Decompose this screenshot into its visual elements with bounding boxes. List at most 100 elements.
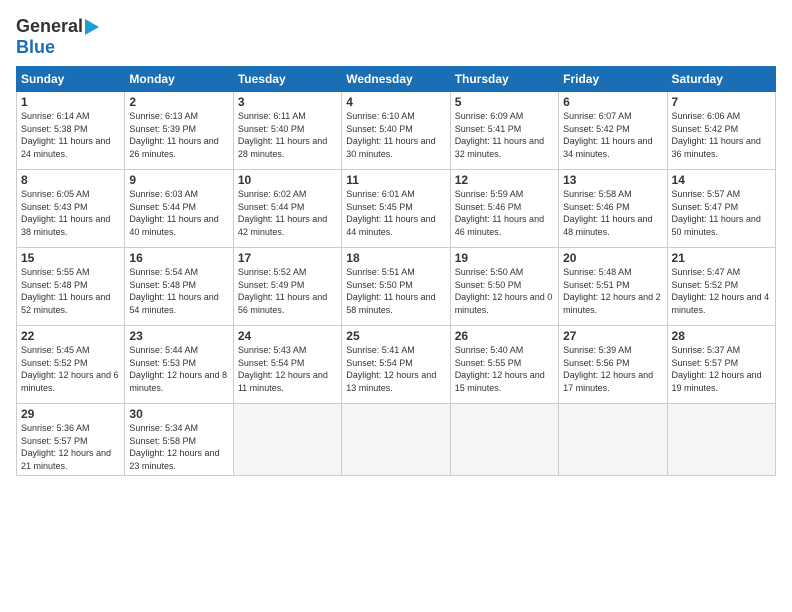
day-cell: 22Sunrise: 5:45 AM Sunset: 5:52 PM Dayli… (17, 326, 125, 404)
day-number: 14 (672, 173, 771, 187)
day-info: Sunrise: 5:37 AM Sunset: 5:57 PM Dayligh… (672, 344, 771, 394)
day-cell (233, 404, 341, 476)
day-number: 13 (563, 173, 662, 187)
day-cell: 8Sunrise: 6:05 AM Sunset: 5:43 PM Daylig… (17, 170, 125, 248)
day-number: 27 (563, 329, 662, 343)
day-header-wednesday: Wednesday (342, 67, 450, 92)
day-number: 6 (563, 95, 662, 109)
week-row-5: 29Sunrise: 5:36 AM Sunset: 5:57 PM Dayli… (17, 404, 776, 476)
day-cell: 12Sunrise: 5:59 AM Sunset: 5:46 PM Dayli… (450, 170, 558, 248)
day-number: 1 (21, 95, 120, 109)
day-number: 23 (129, 329, 228, 343)
day-number: 17 (238, 251, 337, 265)
day-number: 21 (672, 251, 771, 265)
day-number: 28 (672, 329, 771, 343)
day-cell: 28Sunrise: 5:37 AM Sunset: 5:57 PM Dayli… (667, 326, 775, 404)
day-number: 19 (455, 251, 554, 265)
day-number: 5 (455, 95, 554, 109)
day-header-friday: Friday (559, 67, 667, 92)
day-cell: 5Sunrise: 6:09 AM Sunset: 5:41 PM Daylig… (450, 92, 558, 170)
day-number: 25 (346, 329, 445, 343)
day-header-tuesday: Tuesday (233, 67, 341, 92)
day-info: Sunrise: 5:40 AM Sunset: 5:55 PM Dayligh… (455, 344, 554, 394)
day-info: Sunrise: 5:48 AM Sunset: 5:51 PM Dayligh… (563, 266, 662, 316)
day-number: 15 (21, 251, 120, 265)
day-info: Sunrise: 5:34 AM Sunset: 5:58 PM Dayligh… (129, 422, 228, 472)
logo-icon (85, 19, 99, 35)
day-info: Sunrise: 6:06 AM Sunset: 5:42 PM Dayligh… (672, 110, 771, 160)
day-number: 9 (129, 173, 228, 187)
day-number: 26 (455, 329, 554, 343)
day-cell: 14Sunrise: 5:57 AM Sunset: 5:47 PM Dayli… (667, 170, 775, 248)
day-info: Sunrise: 5:36 AM Sunset: 5:57 PM Dayligh… (21, 422, 120, 472)
day-info: Sunrise: 5:50 AM Sunset: 5:50 PM Dayligh… (455, 266, 554, 316)
day-cell: 16Sunrise: 5:54 AM Sunset: 5:48 PM Dayli… (125, 248, 233, 326)
calendar-table: SundayMondayTuesdayWednesdayThursdayFrid… (16, 66, 776, 476)
day-info: Sunrise: 5:55 AM Sunset: 5:48 PM Dayligh… (21, 266, 120, 316)
day-cell (667, 404, 775, 476)
day-cell (342, 404, 450, 476)
day-headers-row: SundayMondayTuesdayWednesdayThursdayFrid… (17, 67, 776, 92)
day-header-saturday: Saturday (667, 67, 775, 92)
day-info: Sunrise: 5:52 AM Sunset: 5:49 PM Dayligh… (238, 266, 337, 316)
day-cell: 15Sunrise: 5:55 AM Sunset: 5:48 PM Dayli… (17, 248, 125, 326)
day-cell: 29Sunrise: 5:36 AM Sunset: 5:57 PM Dayli… (17, 404, 125, 476)
day-info: Sunrise: 5:41 AM Sunset: 5:54 PM Dayligh… (346, 344, 445, 394)
day-cell: 11Sunrise: 6:01 AM Sunset: 5:45 PM Dayli… (342, 170, 450, 248)
day-info: Sunrise: 6:07 AM Sunset: 5:42 PM Dayligh… (563, 110, 662, 160)
day-info: Sunrise: 5:44 AM Sunset: 5:53 PM Dayligh… (129, 344, 228, 394)
day-number: 12 (455, 173, 554, 187)
day-cell (559, 404, 667, 476)
day-cell (450, 404, 558, 476)
day-cell: 7Sunrise: 6:06 AM Sunset: 5:42 PM Daylig… (667, 92, 775, 170)
day-info: Sunrise: 6:14 AM Sunset: 5:38 PM Dayligh… (21, 110, 120, 160)
day-cell: 17Sunrise: 5:52 AM Sunset: 5:49 PM Dayli… (233, 248, 341, 326)
day-number: 16 (129, 251, 228, 265)
day-info: Sunrise: 5:58 AM Sunset: 5:46 PM Dayligh… (563, 188, 662, 238)
week-row-3: 15Sunrise: 5:55 AM Sunset: 5:48 PM Dayli… (17, 248, 776, 326)
day-info: Sunrise: 5:51 AM Sunset: 5:50 PM Dayligh… (346, 266, 445, 316)
day-cell: 3Sunrise: 6:11 AM Sunset: 5:40 PM Daylig… (233, 92, 341, 170)
calendar-page: General Blue SundayMondayTuesdayWednesda… (0, 0, 792, 612)
day-header-sunday: Sunday (17, 67, 125, 92)
day-cell: 10Sunrise: 6:02 AM Sunset: 5:44 PM Dayli… (233, 170, 341, 248)
day-number: 22 (21, 329, 120, 343)
day-number: 18 (346, 251, 445, 265)
day-info: Sunrise: 6:11 AM Sunset: 5:40 PM Dayligh… (238, 110, 337, 160)
logo-blue: Blue (16, 37, 55, 58)
day-info: Sunrise: 6:05 AM Sunset: 5:43 PM Dayligh… (21, 188, 120, 238)
day-info: Sunrise: 6:10 AM Sunset: 5:40 PM Dayligh… (346, 110, 445, 160)
day-cell: 18Sunrise: 5:51 AM Sunset: 5:50 PM Dayli… (342, 248, 450, 326)
day-cell: 19Sunrise: 5:50 AM Sunset: 5:50 PM Dayli… (450, 248, 558, 326)
day-info: Sunrise: 5:43 AM Sunset: 5:54 PM Dayligh… (238, 344, 337, 394)
day-number: 3 (238, 95, 337, 109)
week-row-2: 8Sunrise: 6:05 AM Sunset: 5:43 PM Daylig… (17, 170, 776, 248)
day-cell: 4Sunrise: 6:10 AM Sunset: 5:40 PM Daylig… (342, 92, 450, 170)
day-cell: 1Sunrise: 6:14 AM Sunset: 5:38 PM Daylig… (17, 92, 125, 170)
day-cell: 25Sunrise: 5:41 AM Sunset: 5:54 PM Dayli… (342, 326, 450, 404)
day-number: 2 (129, 95, 228, 109)
day-cell: 21Sunrise: 5:47 AM Sunset: 5:52 PM Dayli… (667, 248, 775, 326)
day-cell: 23Sunrise: 5:44 AM Sunset: 5:53 PM Dayli… (125, 326, 233, 404)
day-cell: 9Sunrise: 6:03 AM Sunset: 5:44 PM Daylig… (125, 170, 233, 248)
day-info: Sunrise: 6:13 AM Sunset: 5:39 PM Dayligh… (129, 110, 228, 160)
day-number: 29 (21, 407, 120, 421)
day-info: Sunrise: 5:47 AM Sunset: 5:52 PM Dayligh… (672, 266, 771, 316)
logo-general: General (16, 16, 83, 37)
day-cell: 13Sunrise: 5:58 AM Sunset: 5:46 PM Dayli… (559, 170, 667, 248)
day-cell: 24Sunrise: 5:43 AM Sunset: 5:54 PM Dayli… (233, 326, 341, 404)
day-number: 20 (563, 251, 662, 265)
day-cell: 20Sunrise: 5:48 AM Sunset: 5:51 PM Dayli… (559, 248, 667, 326)
day-number: 10 (238, 173, 337, 187)
day-info: Sunrise: 6:03 AM Sunset: 5:44 PM Dayligh… (129, 188, 228, 238)
day-number: 7 (672, 95, 771, 109)
week-row-4: 22Sunrise: 5:45 AM Sunset: 5:52 PM Dayli… (17, 326, 776, 404)
day-number: 24 (238, 329, 337, 343)
day-info: Sunrise: 5:57 AM Sunset: 5:47 PM Dayligh… (672, 188, 771, 238)
day-info: Sunrise: 5:39 AM Sunset: 5:56 PM Dayligh… (563, 344, 662, 394)
day-number: 30 (129, 407, 228, 421)
day-info: Sunrise: 5:59 AM Sunset: 5:46 PM Dayligh… (455, 188, 554, 238)
day-number: 4 (346, 95, 445, 109)
day-info: Sunrise: 6:02 AM Sunset: 5:44 PM Dayligh… (238, 188, 337, 238)
day-cell: 30Sunrise: 5:34 AM Sunset: 5:58 PM Dayli… (125, 404, 233, 476)
